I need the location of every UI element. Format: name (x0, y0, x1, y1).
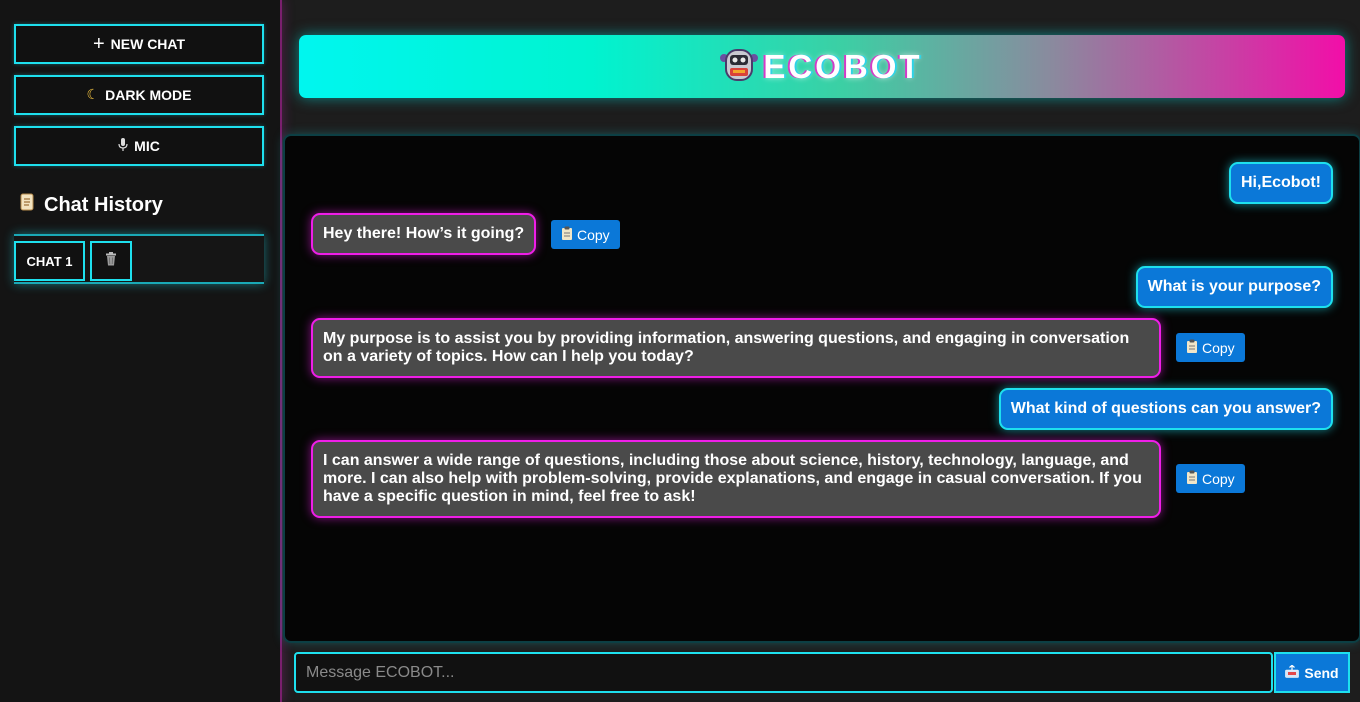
chat-history-item[interactable]: CHAT 1 (14, 241, 85, 281)
send-icon (1285, 664, 1300, 681)
sidebar: + NEW CHAT ☾ DARK MODE MIC Chat History … (0, 0, 282, 702)
chat-history-list: CHAT 1 (14, 234, 264, 284)
brand-title: ECOBOT (763, 47, 923, 85)
message-input[interactable] (294, 652, 1273, 693)
bot-message: I can answer a wide range of questions, … (311, 440, 1161, 518)
user-message: What is your purpose? (1135, 266, 1333, 308)
copy-button[interactable]: Copy (1176, 464, 1245, 493)
clipboard-icon (561, 226, 573, 243)
copy-label: Copy (1202, 470, 1235, 487)
app-header: ECOBOT (299, 35, 1345, 98)
new-chat-label: NEW CHAT (110, 36, 186, 52)
delete-chat-button[interactable] (90, 241, 132, 281)
scroll-icon (18, 192, 36, 218)
robot-icon (719, 44, 759, 89)
chat-history-title: Chat History (44, 193, 163, 216)
mic-label: MIC (134, 138, 160, 154)
user-message: Hi,Ecobot! (1229, 162, 1333, 204)
trash-icon (105, 251, 117, 271)
clipboard-icon (1186, 470, 1198, 487)
bot-message: Hey there! How’s it going? (311, 213, 537, 255)
plus-icon: + (92, 33, 105, 55)
send-label: Send (1304, 664, 1339, 681)
user-message: What kind of questions can you answer? (998, 388, 1333, 430)
clipboard-icon (1186, 339, 1198, 356)
copy-button[interactable]: Copy (1176, 333, 1245, 362)
copy-label: Copy (577, 226, 610, 243)
microphone-icon (118, 138, 128, 154)
mic-button[interactable]: MIC (14, 126, 264, 166)
moon-icon: ☾ (86, 87, 100, 103)
chat-messages-panel: Hi,Ecobot! Hey there! How’s it going? Co… (285, 136, 1359, 641)
ecobot-app: + NEW CHAT ☾ DARK MODE MIC Chat History … (0, 0, 1360, 702)
bot-message: My purpose is to assist you by providing… (311, 318, 1161, 378)
copy-button[interactable]: Copy (551, 220, 620, 249)
dark-mode-label: DARK MODE (105, 87, 192, 103)
copy-label: Copy (1202, 339, 1235, 356)
send-button[interactable]: Send (1274, 652, 1350, 693)
dark-mode-button[interactable]: ☾ DARK MODE (14, 75, 264, 115)
new-chat-button[interactable]: + NEW CHAT (14, 24, 264, 64)
chat-history-heading: Chat History (18, 192, 163, 218)
